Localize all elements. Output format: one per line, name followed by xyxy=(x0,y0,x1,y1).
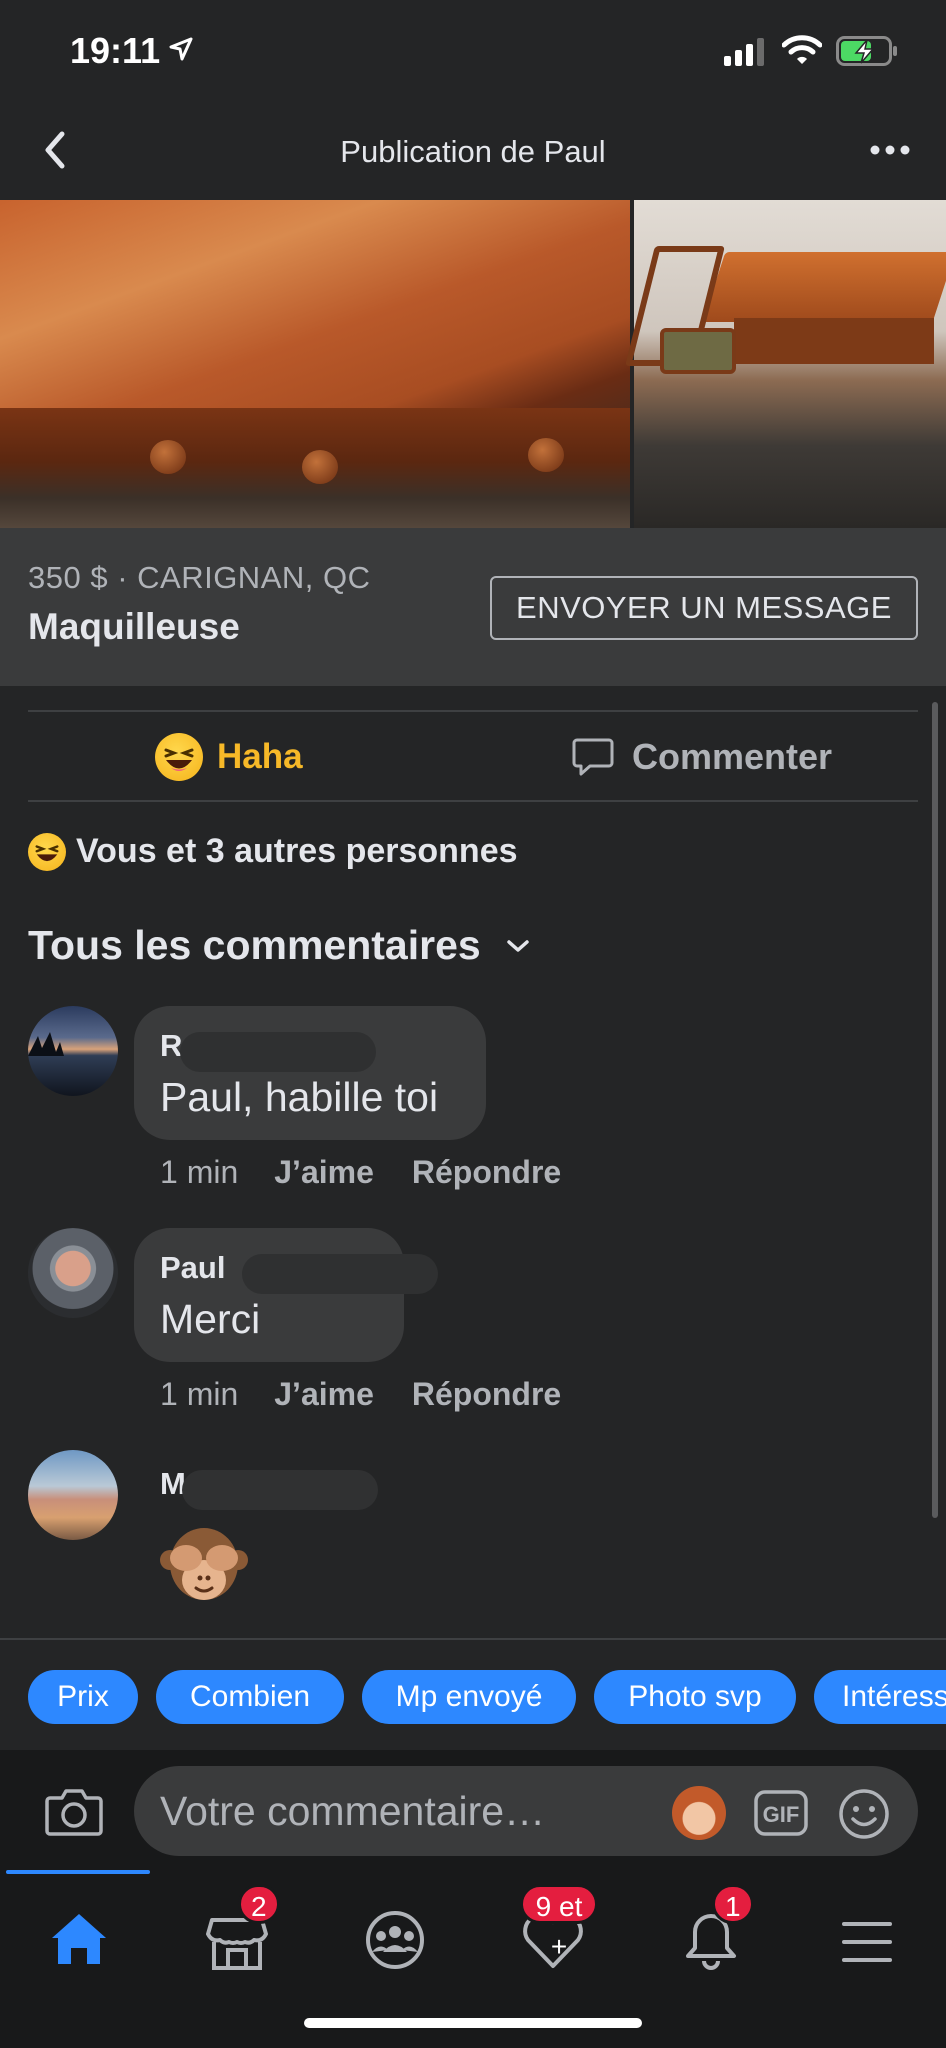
tab-menu[interactable] xyxy=(822,1898,912,1978)
send-message-button[interactable]: ENVOYER UN MESSAGE xyxy=(490,576,918,640)
quick-reply-chip[interactable]: Intéressé xyxy=(814,1670,946,1724)
comment-like-button[interactable]: J’aime xyxy=(274,1154,374,1191)
comment-bubble-icon xyxy=(572,738,614,776)
comment-time: 1 min xyxy=(160,1154,239,1190)
notifications-badge: 1 xyxy=(712,1884,754,1924)
active-tab-indicator xyxy=(6,1870,150,1874)
chevron-down-icon xyxy=(506,939,529,952)
location-arrow-icon xyxy=(169,37,193,61)
see-no-evil-monkey-icon xyxy=(160,1528,248,1600)
tab-notifications[interactable]: 1 xyxy=(666,1884,756,1978)
haha-reaction-button[interactable]: Haha xyxy=(155,732,303,782)
more-options-icon[interactable] xyxy=(868,138,912,162)
photo-knob xyxy=(150,440,186,474)
marketplace-badge: 2 xyxy=(238,1884,280,1924)
haha-label: Haha xyxy=(217,737,303,776)
status-time: 19:11 xyxy=(70,30,161,71)
camera-icon[interactable] xyxy=(44,1786,104,1838)
reactions-summary[interactable]: Vous et 3 autres personnes xyxy=(28,832,518,871)
quick-replies: Prix Combien Mp envoyé Photo svp Intéres… xyxy=(0,1638,946,1750)
avatar[interactable] xyxy=(28,1006,118,1096)
cellular-signal-icon xyxy=(724,38,764,66)
listing-title: Maquilleuse xyxy=(28,606,240,647)
photo-desk-detail xyxy=(702,252,946,322)
page-title: Publication de Paul xyxy=(340,134,606,169)
comment-meta: 1 min J’aime Répondre xyxy=(160,1154,561,1191)
comment-action-label: Commenter xyxy=(632,736,833,777)
quick-reply-chip[interactable]: Prix xyxy=(28,1670,138,1724)
svg-text:GIF: GIF xyxy=(763,1802,800,1827)
tab-home[interactable] xyxy=(34,1898,124,1978)
groups-icon xyxy=(366,1911,424,1969)
photo-knob xyxy=(302,450,338,484)
listing-photos xyxy=(0,200,946,528)
redacted-name xyxy=(242,1254,438,1294)
hamburger-menu-icon xyxy=(842,1922,892,1962)
listing-photo-main[interactable] xyxy=(0,200,630,528)
comment-author[interactable]: R xyxy=(160,1028,182,1064)
comment-text: Paul, habille toi xyxy=(160,1074,439,1120)
home-icon xyxy=(52,1914,106,1964)
comment-reply-button[interactable]: Répondre xyxy=(412,1154,561,1191)
gif-icon[interactable]: GIF xyxy=(754,1790,808,1836)
tab-groups[interactable] xyxy=(350,1898,440,1978)
photo-knob xyxy=(528,438,564,472)
photo-desk-body xyxy=(734,318,934,364)
comment-meta: 1 min J’aime Répondre xyxy=(160,1376,561,1413)
comment-text: Merci xyxy=(160,1296,261,1342)
listing-price-location: 350 $ · CARIGNAN, QC xyxy=(28,560,371,595)
comment-like-button[interactable]: J’aime xyxy=(274,1376,374,1413)
reactions-summary-text: Vous et 3 autres personnes xyxy=(76,832,518,870)
wifi-icon xyxy=(782,35,822,64)
avatar-sticker-icon[interactable] xyxy=(672,1786,726,1840)
tab-dating[interactable]: 9 et + xyxy=(508,1884,598,1978)
status-bar: 19:11 xyxy=(0,0,946,100)
quick-reply-chip[interactable]: Combien xyxy=(156,1670,344,1724)
divider xyxy=(28,800,918,802)
avatar[interactable] xyxy=(28,1450,118,1540)
scrollbar[interactable] xyxy=(932,702,938,1518)
haha-emoji-icon xyxy=(28,832,66,871)
comment-reply-button[interactable]: Répondre xyxy=(412,1376,561,1413)
quick-reply-chip[interactable]: Photo svp xyxy=(594,1670,796,1724)
listing-photo-secondary[interactable] xyxy=(625,200,946,528)
emoji-icon[interactable] xyxy=(838,1788,890,1840)
battery-charging-icon xyxy=(836,36,897,66)
quick-reply-chip[interactable]: Mp envoyé xyxy=(362,1670,576,1724)
comments-filter[interactable]: Tous les commentaires xyxy=(28,922,531,969)
comment-bubble[interactable]: Paul Merci xyxy=(134,1228,438,1362)
tab-marketplace[interactable]: 2 xyxy=(192,1884,282,1978)
divider xyxy=(28,710,918,712)
comment-time: 1 min xyxy=(160,1376,239,1412)
avatar[interactable] xyxy=(28,1228,118,1318)
redacted-name xyxy=(182,1470,378,1510)
comment-author[interactable]: Paul xyxy=(160,1250,225,1286)
home-indicator[interactable] xyxy=(304,2018,642,2028)
listing-info: 350 $ · CARIGNAN, QC Maquilleuse ENVOYER… xyxy=(0,528,946,686)
photo-chair-seat xyxy=(660,328,736,374)
dating-badge: 9 et + xyxy=(520,1884,598,1962)
haha-emoji-icon xyxy=(155,733,203,781)
comment-action-button[interactable]: Commenter xyxy=(572,732,832,782)
comment-bubble[interactable]: R Paul, habille toi xyxy=(134,1006,486,1140)
comments-heading: Tous les commentaires xyxy=(28,922,481,968)
redacted-name xyxy=(180,1032,376,1072)
post-header: Publication de Paul xyxy=(0,100,946,200)
comment-composer: GIF xyxy=(0,1750,946,1870)
